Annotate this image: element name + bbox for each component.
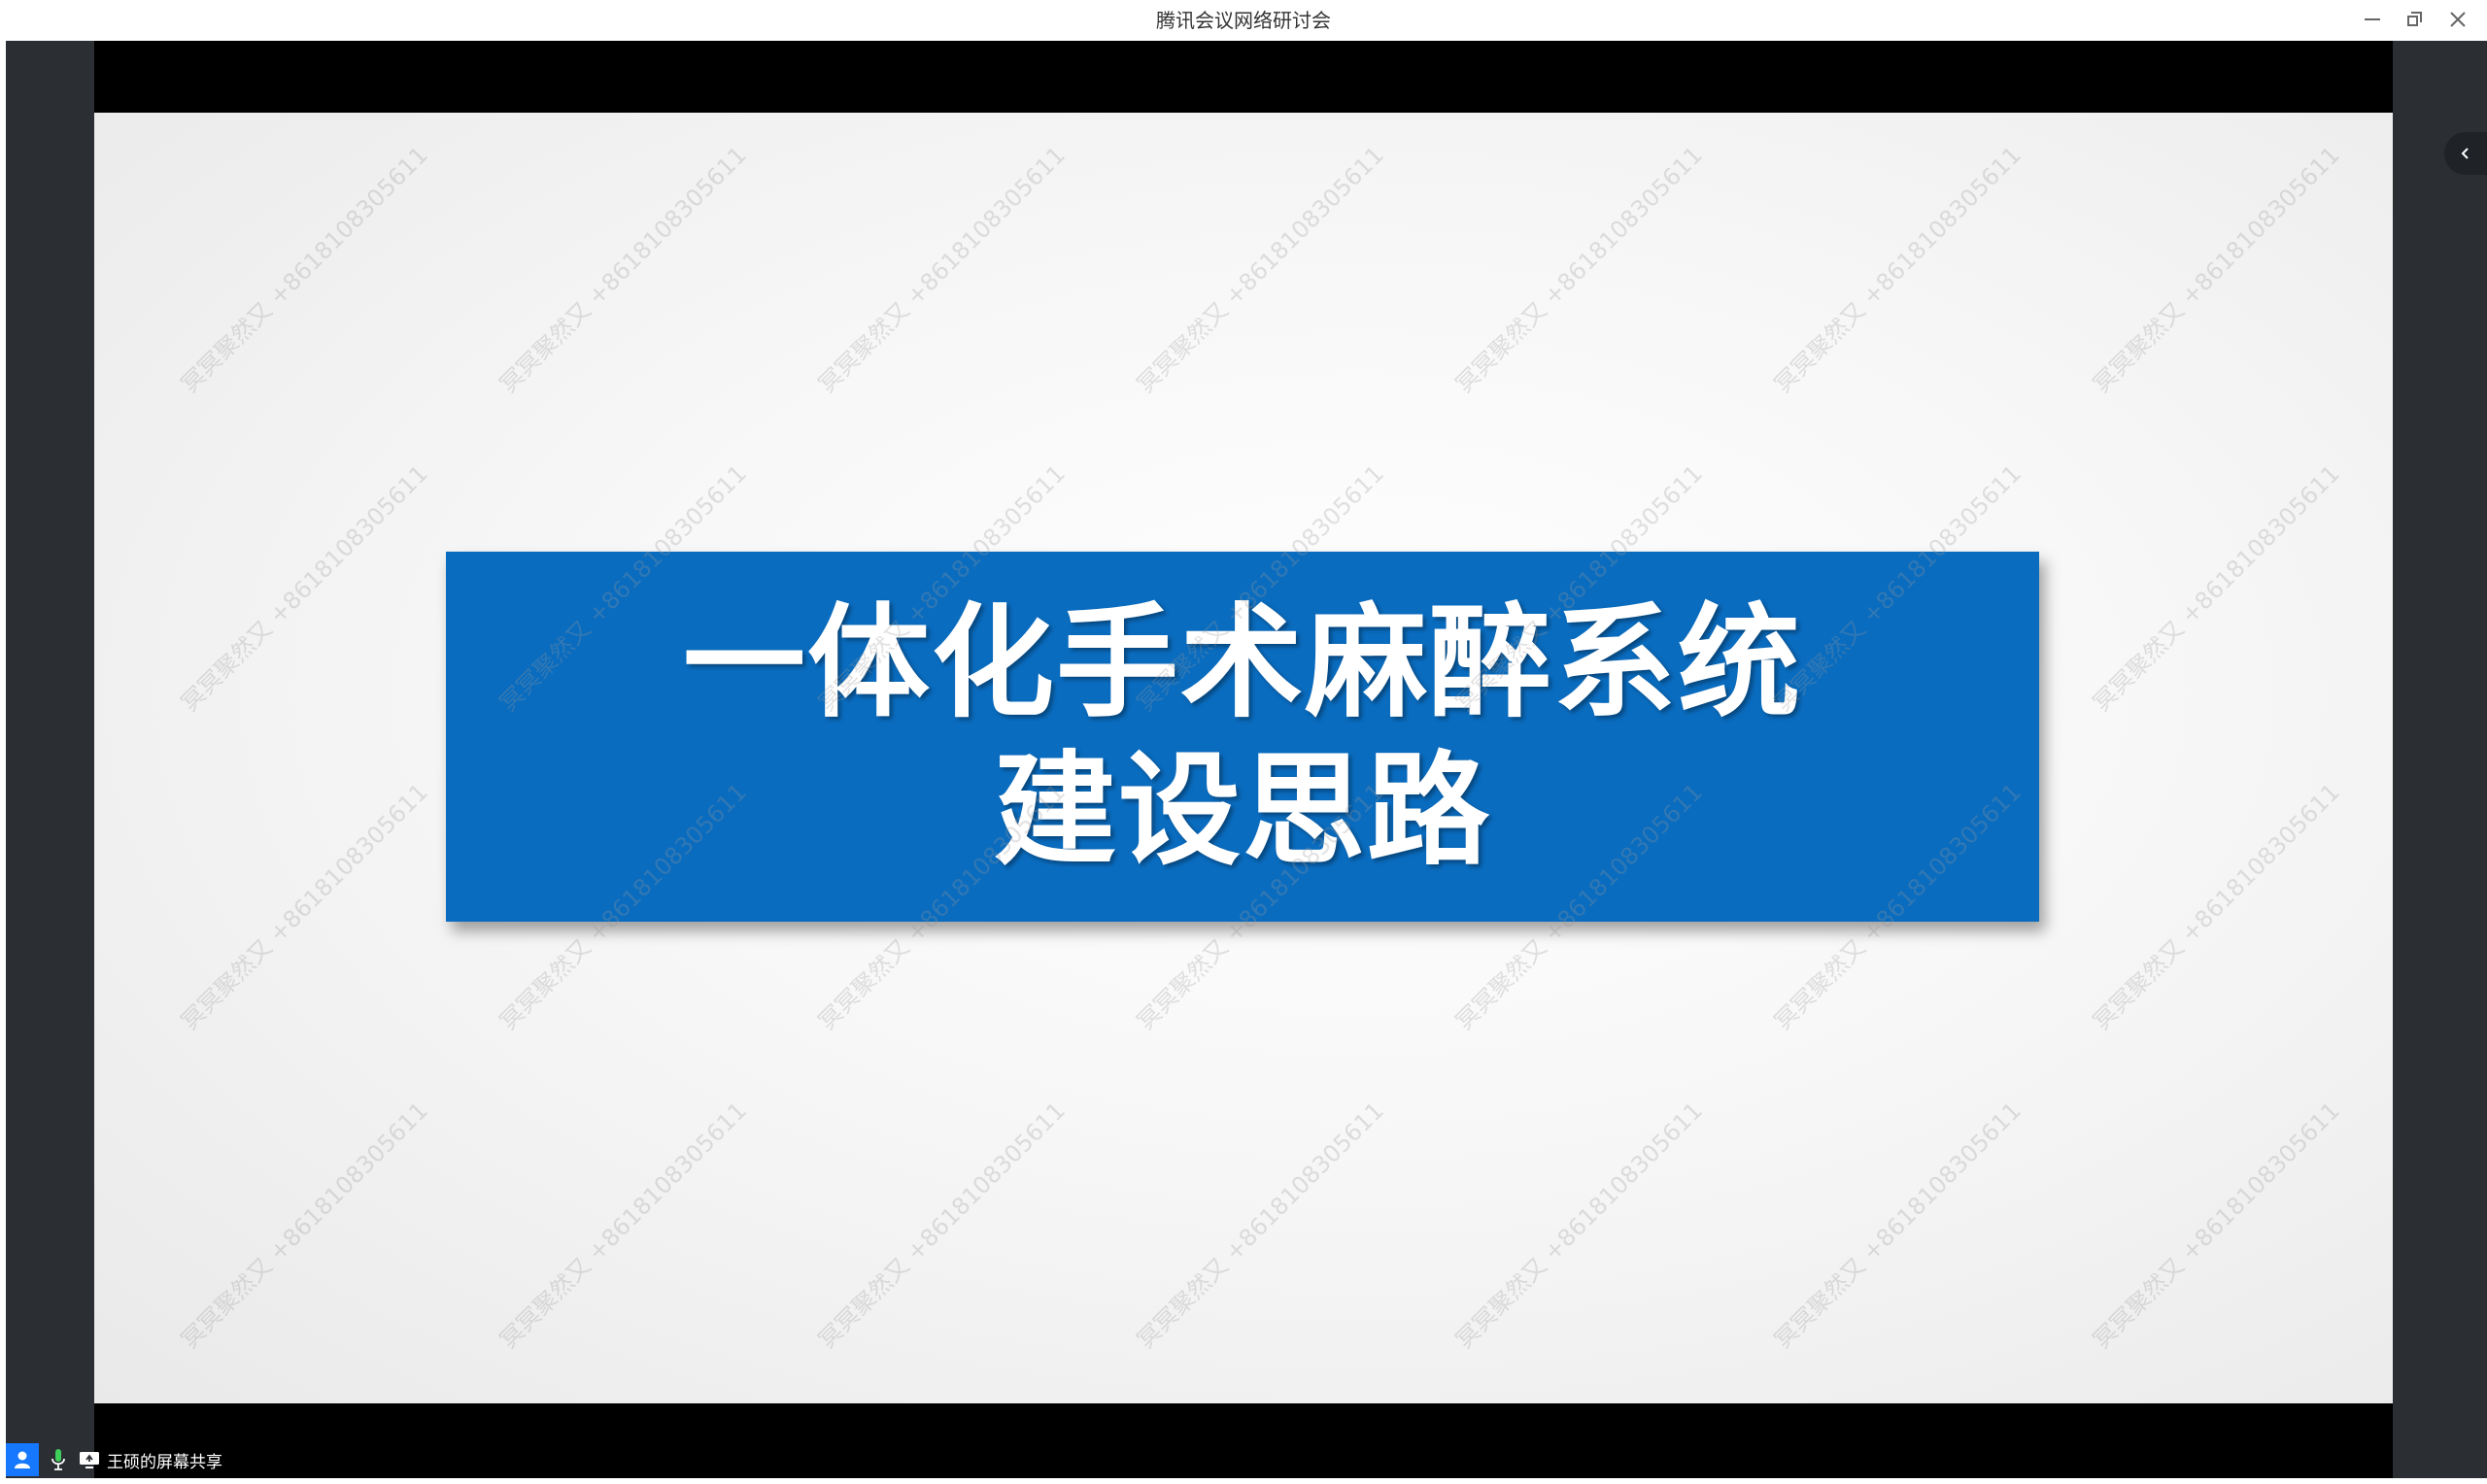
watermark-text: 冥冥聚然又 +8618108305611 xyxy=(1769,141,2027,399)
watermark-text: 冥冥聚然又 +8618108305611 xyxy=(1450,1096,1708,1355)
shared-slide: 一体化手术麻醉系统 建设思路 冥冥聚然又 +8618108305611 冥冥聚然又… xyxy=(94,113,2393,1403)
watermark-text: 冥冥聚然又 +8618108305611 xyxy=(2088,141,2345,399)
watermark-text: 冥冥聚然又 +8618108305611 xyxy=(1132,141,1389,399)
slide-title-line-2: 建设思路 xyxy=(994,738,1491,882)
screen-share-icon xyxy=(78,1446,101,1473)
watermark-text: 冥冥聚然又 +8618108305611 xyxy=(1769,1096,2027,1355)
slide-title-line-1: 一体化手术麻醉系统 xyxy=(683,590,1802,734)
watermark-text: 冥冥聚然又 +8618108305611 xyxy=(494,141,752,399)
watermark-text: 冥冥聚然又 +8618108305611 xyxy=(2088,778,2345,1036)
title-banner: 一体化手术麻醉系统 建设思路 xyxy=(446,552,2039,922)
watermark-text: 冥冥聚然又 +8618108305611 xyxy=(813,1096,1071,1355)
restore-icon[interactable] xyxy=(2398,4,2433,35)
watermark-text: 冥冥聚然又 +8618108305611 xyxy=(176,141,433,399)
microphone-icon[interactable] xyxy=(47,1446,70,1473)
screen-share-label: 王硕的屏幕共享 xyxy=(107,1452,222,1472)
user-icon[interactable] xyxy=(6,1443,39,1476)
watermark-text: 冥冥聚然又 +8618108305611 xyxy=(494,1096,752,1355)
watermark-text: 冥冥聚然又 +8618108305611 xyxy=(2088,1096,2345,1355)
watermark-text: 冥冥聚然又 +8618108305611 xyxy=(2088,459,2345,718)
watermark-text: 冥冥聚然又 +8618108305611 xyxy=(176,459,433,718)
chevron-left-icon[interactable] xyxy=(2444,132,2487,175)
watermark-text: 冥冥聚然又 +8618108305611 xyxy=(813,141,1071,399)
window-title: 腾讯会议网络研讨会 xyxy=(1156,9,1331,32)
title-bar: 腾讯会议网络研讨会 xyxy=(0,0,2487,41)
close-icon[interactable] xyxy=(2440,4,2475,35)
watermark-text: 冥冥聚然又 +8618108305611 xyxy=(176,778,433,1036)
screen-share-area: 一体化手术麻醉系统 建设思路 冥冥聚然又 +8618108305611 冥冥聚然又… xyxy=(6,41,2487,1478)
watermark-text: 冥冥聚然又 +8618108305611 xyxy=(1132,1096,1389,1355)
minimize-icon[interactable] xyxy=(2355,4,2390,35)
watermark-text: 冥冥聚然又 +8618108305611 xyxy=(1450,141,1708,399)
letterbox-top xyxy=(94,41,2393,113)
status-bar: 王硕的屏幕共享 xyxy=(0,1441,222,1478)
meeting-window: 腾讯会议网络研讨会 一体化手术麻醉系统 建设思路 冥冥聚然又 +86181083… xyxy=(0,0,2487,1484)
letterbox-bottom xyxy=(94,1403,2393,1478)
watermark-text: 冥冥聚然又 +8618108305611 xyxy=(176,1096,433,1355)
